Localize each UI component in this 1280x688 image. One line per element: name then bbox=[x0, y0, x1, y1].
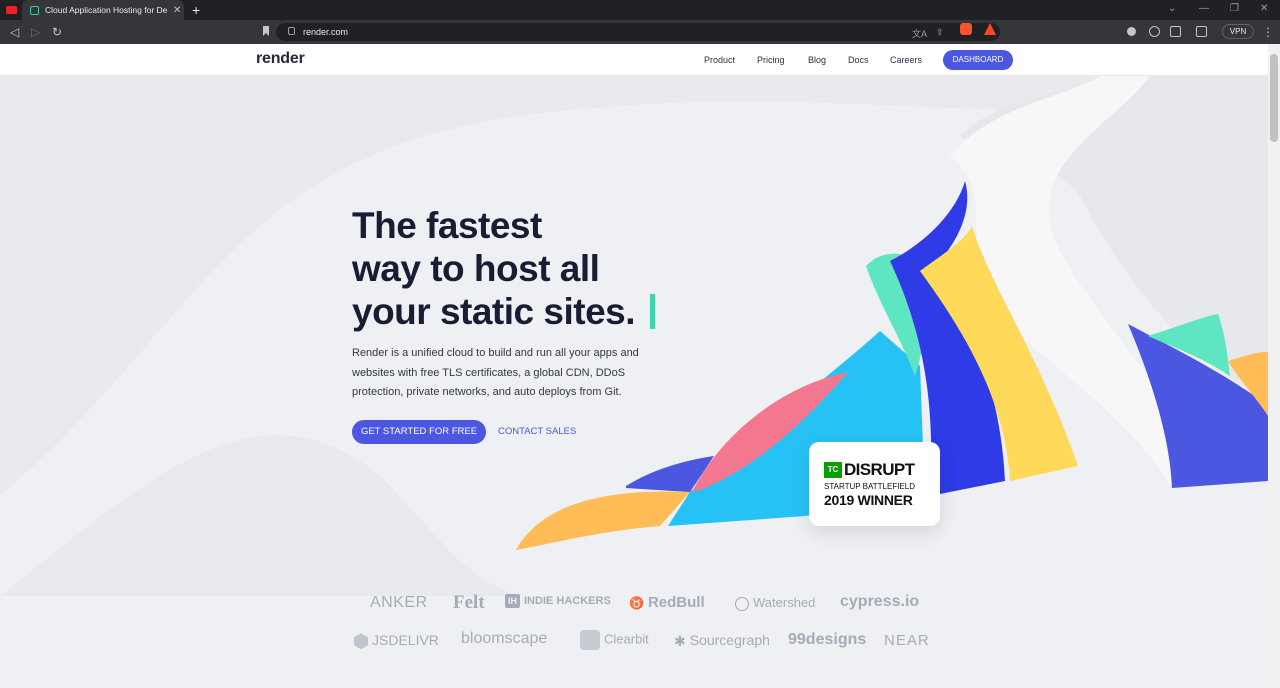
cypress-logo: cypress.io bbox=[840, 593, 920, 610]
indie-hackers-logo: IH INDIE HACKERS bbox=[505, 594, 611, 608]
startup-battlefield-text: STARTUP BATTLEFIELD bbox=[824, 482, 915, 491]
nav-pricing[interactable]: Pricing bbox=[757, 55, 785, 65]
redbull-logo: ♉ RedBull bbox=[629, 594, 705, 611]
page-scrollbar[interactable] bbox=[1268, 44, 1280, 688]
site-header: render Product Pricing Blog Docs Careers… bbox=[0, 44, 1268, 76]
disrupt-text: DISRUPT bbox=[844, 460, 915, 479]
close-tab-icon[interactable]: ✕ bbox=[173, 5, 181, 16]
clearbit-text: Clearbit bbox=[604, 631, 649, 647]
menu-icon[interactable]: ⋮ bbox=[1262, 25, 1274, 39]
browser-tab[interactable]: Cloud Application Hosting for De ✕ bbox=[22, 0, 184, 20]
dashboard-button[interactable]: DASHBOARD bbox=[943, 50, 1013, 70]
address-bar[interactable]: render.com 文A ⇪ bbox=[276, 23, 1000, 41]
reload-icon[interactable]: ↻ bbox=[52, 25, 62, 39]
wallet-icon[interactable] bbox=[1196, 26, 1207, 37]
bookmark-icon[interactable] bbox=[263, 26, 269, 36]
felt-logo: Felt bbox=[453, 592, 485, 613]
tab-search-icon[interactable]: ⌄ bbox=[1168, 3, 1176, 14]
back-icon[interactable]: ◁ bbox=[10, 25, 19, 39]
hero-illustration bbox=[0, 76, 1268, 596]
tab-title: Cloud Application Hosting for De bbox=[45, 5, 167, 15]
jsdelivr-text: JSDELIVR bbox=[372, 632, 439, 648]
translate-icon[interactable]: 文A bbox=[912, 27, 927, 40]
hero-title-line: way to host all bbox=[352, 248, 600, 289]
sourcegraph-logo: ✱ Sourcegraph bbox=[674, 632, 770, 650]
near-logo: NEAR bbox=[884, 632, 930, 649]
get-started-button[interactable]: GET STARTED FOR FREE bbox=[352, 420, 486, 444]
clearbit-icon bbox=[580, 630, 600, 650]
forward-icon[interactable]: ▷ bbox=[31, 25, 40, 39]
watershed-text: Watershed bbox=[753, 595, 816, 610]
typing-cursor bbox=[650, 294, 655, 329]
jsdelivr-logo: JSDELIVR bbox=[354, 632, 439, 650]
hero-title: The fastest way to host all your static … bbox=[352, 204, 682, 333]
watershed-logo: Watershed bbox=[735, 595, 815, 611]
media-icon[interactable] bbox=[1149, 26, 1160, 37]
restore-icon[interactable]: ❐ bbox=[1230, 3, 1239, 14]
url-text[interactable]: render.com bbox=[303, 27, 348, 37]
nav-product[interactable]: Product bbox=[704, 55, 735, 65]
browser-tab-bar: Cloud Application Hosting for De ✕ + ⌄ —… bbox=[0, 0, 1280, 20]
page: render Product Pricing Blog Docs Careers… bbox=[0, 44, 1268, 688]
nav-blog[interactable]: Blog bbox=[808, 55, 826, 65]
techcrunch-logo: TC bbox=[824, 462, 842, 478]
extensions-icon[interactable] bbox=[1127, 27, 1136, 36]
vpn-button[interactable]: VPN bbox=[1222, 24, 1254, 39]
scrollbar-thumb[interactable] bbox=[1270, 54, 1278, 142]
99designs-logo: 99designs bbox=[788, 631, 867, 648]
anker-logo: ANKER bbox=[370, 594, 428, 611]
indie-hackers-text: INDIE HACKERS bbox=[524, 594, 611, 607]
brave-shields-icon[interactable] bbox=[960, 23, 972, 35]
window-close-icon[interactable]: ✕ bbox=[1260, 3, 1268, 14]
new-tab-button[interactable]: + bbox=[192, 2, 200, 18]
minimize-icon[interactable]: — bbox=[1199, 3, 1209, 14]
render-logo[interactable]: render bbox=[256, 50, 305, 68]
contact-sales-link[interactable]: CONTACT SALES bbox=[498, 426, 576, 437]
bull-icon: ♉ bbox=[629, 596, 644, 611]
nav-docs[interactable]: Docs bbox=[848, 55, 869, 65]
sidebar-icon[interactable] bbox=[1170, 26, 1181, 37]
ih-mark: IH bbox=[505, 594, 520, 608]
sourcegraph-icon: ✱ bbox=[674, 632, 686, 649]
bloomscape-logo: bloomscape bbox=[461, 630, 548, 647]
disrupt-badge: TC DISRUPT STARTUP BATTLEFIELD 2019 WINN… bbox=[809, 442, 940, 526]
redbull-text: RedBull bbox=[647, 594, 705, 611]
clearbit-logo: Clearbit bbox=[580, 630, 649, 650]
nav-careers[interactable]: Careers bbox=[890, 55, 922, 65]
share-icon[interactable]: ⇪ bbox=[936, 27, 944, 38]
hero-title-line: your static sites. bbox=[352, 291, 636, 332]
lock-icon[interactable] bbox=[288, 27, 295, 35]
browser-toolbar: ◁ ▷ ↻ render.com 文A ⇪ VPN ⋮ bbox=[0, 20, 1280, 44]
render-favicon-icon bbox=[30, 5, 39, 15]
globe-icon bbox=[735, 596, 749, 611]
sourcegraph-text: Sourcegraph bbox=[689, 632, 770, 648]
hero-subtitle: Render is a unified cloud to build and r… bbox=[352, 347, 639, 398]
hero-title-line: The fastest bbox=[352, 205, 542, 246]
jsdelivr-icon bbox=[354, 633, 368, 650]
winner-text: 2019 WINNER bbox=[824, 492, 913, 508]
youtube-tab-icon[interactable] bbox=[6, 6, 17, 14]
